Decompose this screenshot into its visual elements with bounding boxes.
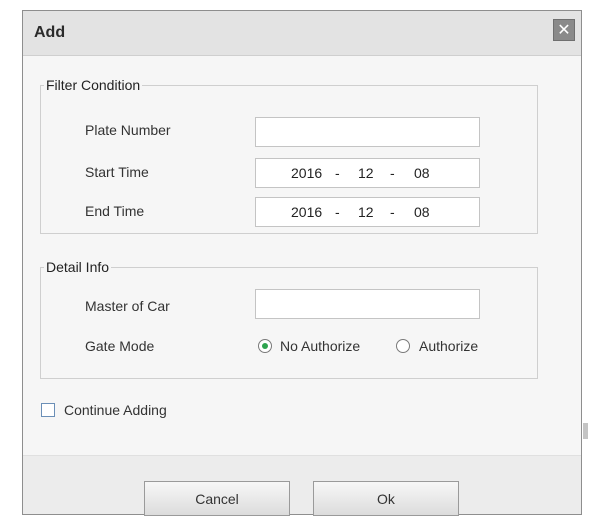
add-dialog: Add ✕ Filter Condition Plate Number Star… [22, 10, 582, 516]
continue-adding-checkbox[interactable] [41, 403, 55, 417]
detail-info-legend: Detail Info [46, 259, 110, 275]
date-separator: - [335, 165, 340, 181]
end-time-field[interactable]: 2016 - 12 - 08 [255, 197, 480, 227]
date-separator: - [390, 204, 395, 220]
cancel-button[interactable]: Cancel [144, 481, 290, 516]
start-year[interactable]: 2016 [291, 165, 322, 181]
master-of-car-input[interactable] [255, 289, 480, 319]
gate-mode-label: Gate Mode [85, 338, 155, 354]
ok-button[interactable]: Ok [313, 481, 459, 516]
dialog-title: Add [34, 24, 66, 41]
no-authorize-label[interactable]: No Authorize [280, 338, 360, 354]
filter-condition-legend: Filter Condition [46, 77, 141, 93]
close-icon[interactable]: ✕ [553, 19, 575, 41]
end-year[interactable]: 2016 [291, 204, 322, 220]
end-day[interactable]: 08 [414, 204, 430, 220]
detail-info-group: Detail Info [40, 259, 538, 379]
end-time-label: End Time [85, 203, 145, 219]
master-of-car-label: Master of Car [85, 298, 170, 314]
background-edge-mark [583, 423, 588, 439]
plate-number-input[interactable] [255, 117, 480, 147]
start-month[interactable]: 12 [358, 165, 374, 181]
plate-number-label: Plate Number [85, 122, 171, 138]
no-authorize-radio[interactable] [258, 339, 272, 353]
authorize-label[interactable]: Authorize [419, 338, 478, 354]
authorize-radio[interactable] [396, 339, 410, 353]
continue-adding-label[interactable]: Continue Adding [64, 402, 167, 418]
start-day[interactable]: 08 [414, 165, 430, 181]
start-time-label: Start Time [85, 164, 149, 180]
dialog-titlebar: Add ✕ [23, 11, 581, 56]
end-month[interactable]: 12 [358, 204, 374, 220]
date-separator: - [335, 204, 340, 220]
date-separator: - [390, 165, 395, 181]
start-time-field[interactable]: 2016 - 12 - 08 [255, 158, 480, 188]
dialog-footer: Cancel Ok [23, 455, 581, 516]
